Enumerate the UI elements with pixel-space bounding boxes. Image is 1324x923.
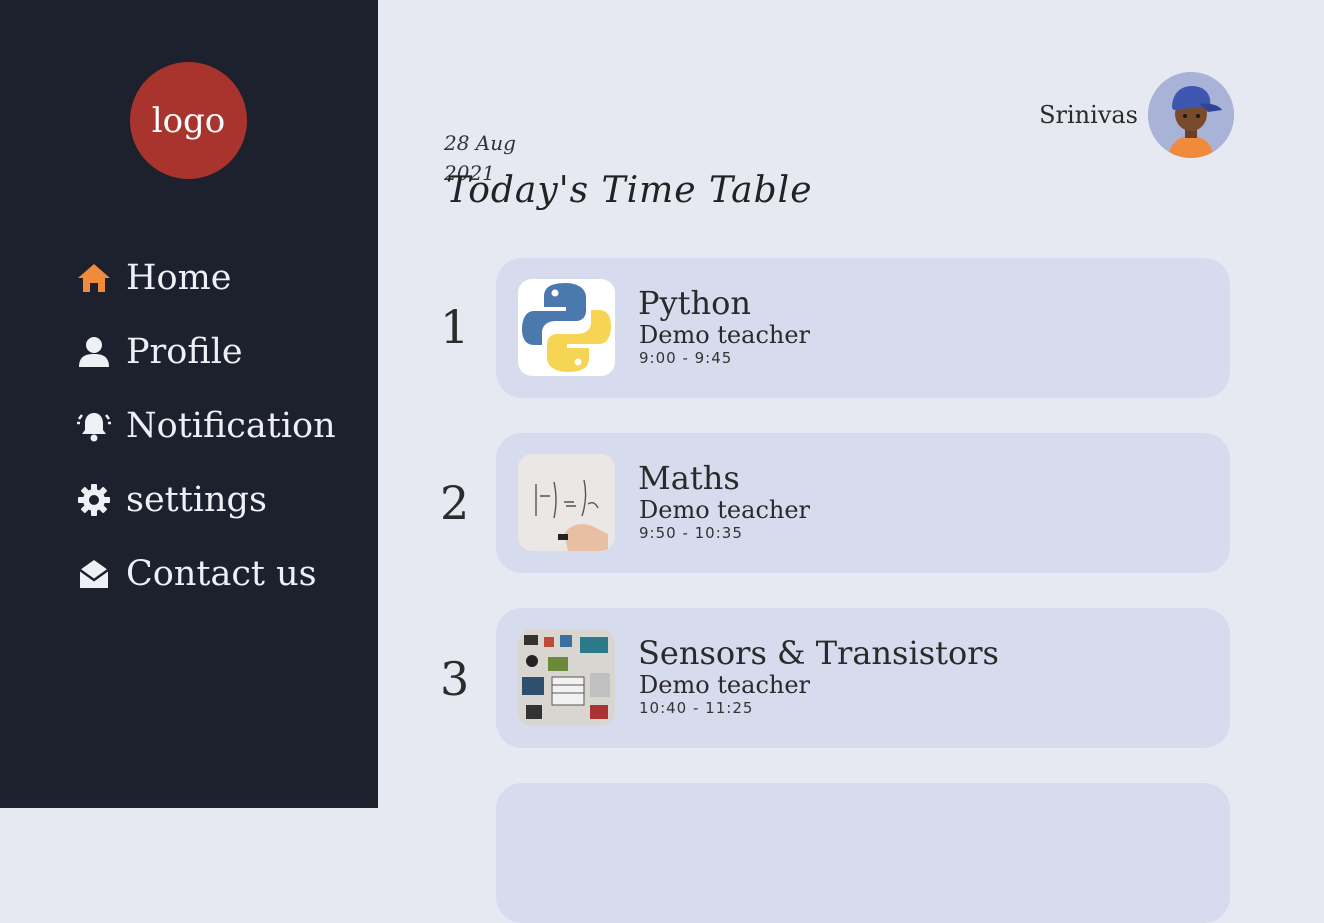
envelope-open-icon (76, 556, 112, 592)
sidebar-item-settings[interactable]: settings (76, 480, 267, 520)
time-slot: 9:00 - 9:45 (639, 349, 733, 367)
home-icon (76, 260, 112, 296)
subject-name: Maths (638, 459, 740, 497)
logo[interactable]: logo (130, 62, 247, 179)
teacher-name: Demo teacher (639, 321, 811, 349)
row-index: 1 (440, 300, 470, 354)
python-logo-thumbnail (518, 279, 615, 376)
row-index: 3 (440, 652, 470, 706)
sidebar-item-contact-us[interactable]: Contact us (76, 554, 317, 594)
sidebar-item-label: Profile (126, 332, 243, 372)
bell-icon (76, 408, 112, 444)
time-slot: 9:50 - 10:35 (639, 524, 743, 542)
user-name: Srinivas (1039, 101, 1138, 129)
gear-icon (76, 482, 112, 518)
subject-name: Python (638, 284, 751, 322)
subject-name: Sensors & Transistors (638, 634, 999, 672)
row-index: 2 (440, 476, 470, 530)
time-slot: 10:40 - 11:25 (639, 699, 754, 717)
schedule-card-python[interactable]: Python Demo teacher 9:00 - 9:45 (496, 258, 1230, 398)
avatar[interactable] (1148, 72, 1234, 158)
maths-whiteboard-thumbnail (518, 454, 615, 551)
user-profile[interactable]: Srinivas (1039, 72, 1234, 158)
sidebar-item-home[interactable]: Home (76, 258, 232, 298)
sidebar-item-label: Home (126, 258, 232, 298)
sensors-components-thumbnail (518, 629, 615, 726)
user-icon (76, 334, 112, 370)
schedule-card-maths[interactable]: Maths Demo teacher 9:50 - 10:35 (496, 433, 1230, 573)
schedule-card-next[interactable] (496, 783, 1230, 923)
page-title: Today's Time Table (446, 170, 813, 211)
sidebar-item-profile[interactable]: Profile (76, 332, 243, 372)
date-day-month: 28 Aug (444, 131, 516, 155)
schedule-card-sensors[interactable]: Sensors & Transistors Demo teacher 10:40… (496, 608, 1230, 748)
sidebar: logo Home Profile Notification settings … (0, 0, 378, 808)
sidebar-item-label: Notification (126, 406, 336, 446)
teacher-name: Demo teacher (639, 671, 811, 699)
sidebar-item-label: settings (126, 480, 267, 520)
sidebar-item-label: Contact us (126, 554, 317, 594)
sidebar-item-notification[interactable]: Notification (76, 406, 336, 446)
teacher-name: Demo teacher (639, 496, 811, 524)
